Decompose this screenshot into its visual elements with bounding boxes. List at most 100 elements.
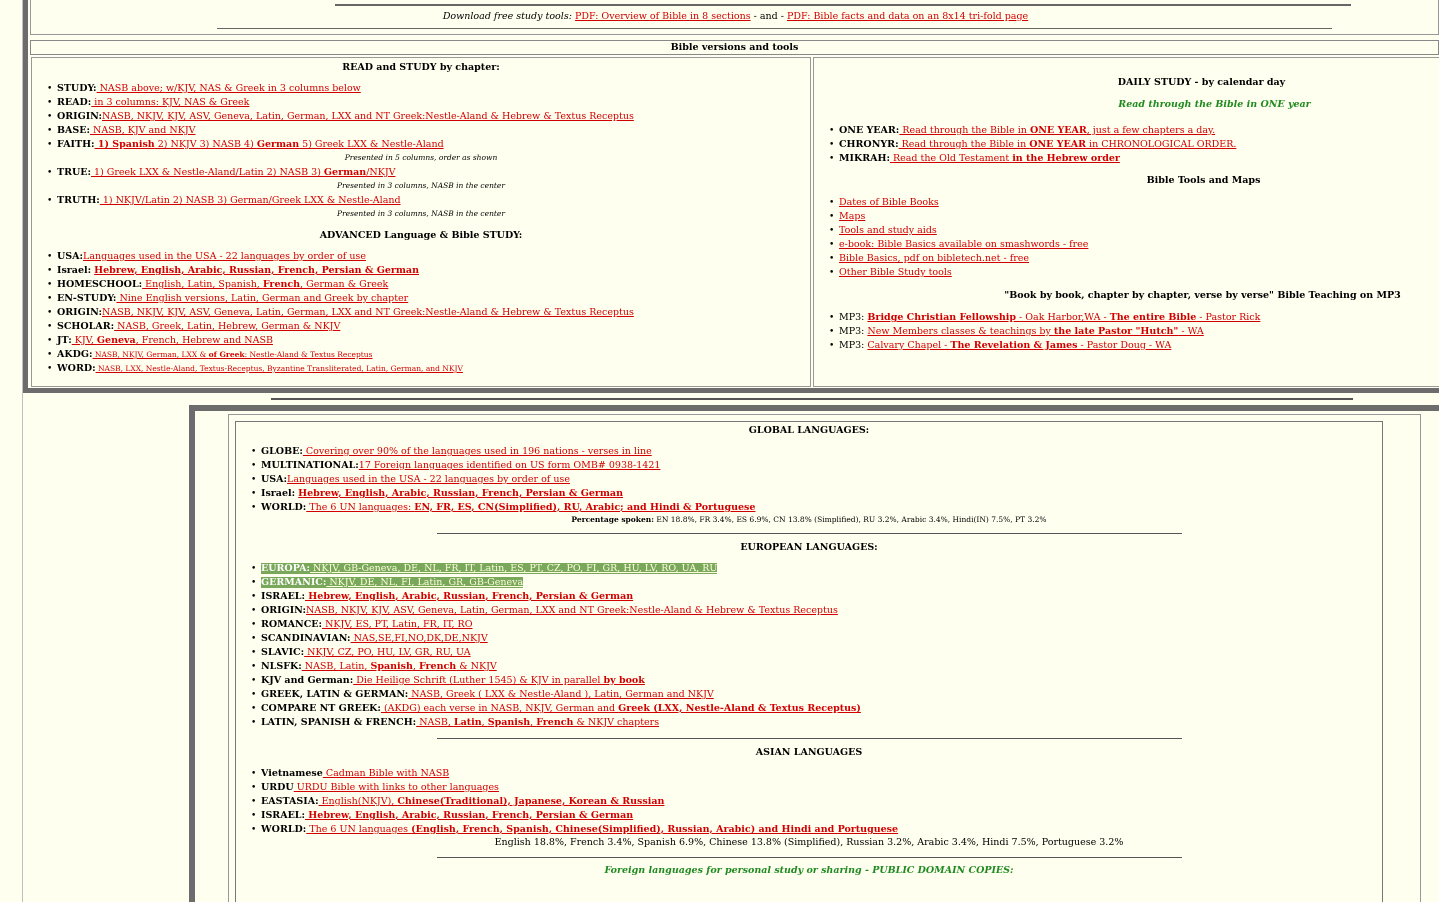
globe-link[interactable]: Covering over 90% of the languages used … bbox=[303, 446, 652, 457]
read-study-panel: READ and STUDY by chapter: STUDY: NASB a… bbox=[31, 57, 811, 387]
item-label: SCHOLAR: bbox=[57, 321, 115, 332]
link-part: , German & Greek bbox=[300, 279, 389, 290]
list-item: JT: KJV, Geneva, French, Hebrew and NASB bbox=[32, 334, 810, 348]
list-item: NLSFK: NASB, Latin, Spanish, French & NK… bbox=[236, 660, 1382, 674]
percentage-spoken: English 18.8%, French 3.4%, Spanish 6.9%… bbox=[494, 837, 1124, 848]
germanic-link[interactable]: NKJV, DE, NL, FI, Latin, GR, GB-Geneva bbox=[326, 577, 523, 588]
pdf-overview-link[interactable]: PDF: Overview of Bible in 8 sections bbox=[575, 11, 751, 22]
link-part: New Members classes & teachings by bbox=[867, 326, 1054, 337]
origin-link[interactable]: NASB, NKJV, KJV, ASV, Geneva, Latin, Ger… bbox=[102, 111, 634, 122]
link-part: the late Pastor "Hutch" bbox=[1053, 326, 1179, 337]
origin-link[interactable]: NASB, NKJV, KJV, ASV, Geneva, Latin, Ger… bbox=[306, 605, 838, 616]
romance-link[interactable]: NKJV, ES, PT, Latin, FR, IT, RO bbox=[322, 619, 472, 630]
item-label: JT: bbox=[57, 335, 72, 346]
read-study-heading: READ and STUDY by chapter: bbox=[342, 62, 500, 73]
list-item: Tools and study aids bbox=[814, 224, 1439, 238]
kjv-german-link[interactable]: Die Heilige Schrift (Luther 1545) & KJV … bbox=[353, 675, 645, 686]
item-label: AKDG: bbox=[57, 349, 93, 360]
compare-nt-greek-link[interactable]: (AKDG) each verse in NASB, NKJV, German … bbox=[381, 703, 861, 714]
item-label: NLSFK: bbox=[261, 661, 302, 672]
slavic-link[interactable]: NKJV, CZ, PO, HU, LV, GR, RU, UA bbox=[304, 647, 470, 658]
latin-spanish-french-link[interactable]: NASB, Latin, Spanish, French & NKJV chap… bbox=[416, 717, 659, 728]
faith-link[interactable]: 1) Spanish 2) NKJV 3) NASB 4) German 5) … bbox=[95, 139, 444, 150]
base-link[interactable]: NASB, KJV and NKJV bbox=[90, 125, 195, 136]
true-link[interactable]: 1) Greek LXX & Nestle-Aland/Latin 2) NAS… bbox=[91, 167, 395, 178]
israel-link[interactable]: Hebrew, English, Arabic, Russian, French… bbox=[94, 265, 419, 276]
list-item: URDU URDU Bible with links to other lang… bbox=[236, 781, 1382, 795]
read-link[interactable]: in 3 columns: KJV, NAS & Greek bbox=[91, 97, 249, 108]
read-study-list-3: TRUTH: 1) NKJV/Latin 2) NASB 3) German/G… bbox=[32, 194, 810, 208]
link-part: English(NKJV), bbox=[318, 796, 398, 807]
link-part: - Pastor Doug - WA bbox=[1077, 340, 1172, 351]
list-item: FAITH: 1) Spanish 2) NKJV 3) NASB 4) Ger… bbox=[32, 138, 810, 152]
list-item: MP3: New Members classes & teachings by … bbox=[814, 325, 1439, 339]
jt-link[interactable]: KJV, Geneva, French, Hebrew and NASB bbox=[72, 335, 273, 346]
origin-link[interactable]: NASB, NKJV, KJV, ASV, Geneva, Latin, Ger… bbox=[102, 307, 634, 318]
pdf-facts-link[interactable]: PDF: Bible facts and data on an 8x14 tri… bbox=[787, 11, 1028, 22]
list-item: SCANDINAVIAN: NAS,SE,FI,NO,DK,DE,NKJV bbox=[236, 632, 1382, 646]
true-note: Presented in 3 columns, NASB in the cent… bbox=[337, 181, 505, 190]
link-part: 1) Greek LXX & Nestle-Aland/Latin 2) NAS… bbox=[91, 167, 324, 178]
tool-link[interactable]: Maps bbox=[839, 211, 865, 222]
item-label: USA: bbox=[261, 474, 288, 485]
download-row: Download free study tools: PDF: Overview… bbox=[30, 0, 1439, 35]
divider bbox=[436, 533, 1182, 534]
akdg-link[interactable]: NASB, NKJV, German, LXX & of Greek: Nest… bbox=[93, 350, 373, 359]
world-link[interactable]: The 6 UN languages (English, French, Spa… bbox=[306, 824, 898, 835]
list-item: EUROPA: NKJV, GB-Geneva, DE, NL, FR, IT,… bbox=[236, 562, 1382, 576]
multinational-link[interactable]: 17 Foreign languages identified on US fo… bbox=[359, 460, 661, 471]
read-study-list-2: TRUE: 1) Greek LXX & Nestle-Aland/Latin … bbox=[32, 166, 810, 180]
asian-list: Vietnamese Cadman Bible with NASB URDU U… bbox=[236, 767, 1382, 837]
israel-link[interactable]: Hebrew, English, Arabic, Russian, French… bbox=[298, 488, 623, 499]
advanced-heading: ADVANCED Language & Bible STUDY: bbox=[319, 230, 523, 241]
oneyear-link[interactable]: Read through the Bible in ONE YEAR, just… bbox=[899, 125, 1215, 136]
mp3-bridge-link[interactable]: Bridge Christian Fellowship - Oak Harbor… bbox=[867, 312, 1260, 323]
scandinavian-link[interactable]: NAS,SE,FI,NO,DK,DE,NKJV bbox=[351, 633, 488, 644]
tool-link[interactable]: Other Bible Study tools bbox=[839, 267, 952, 278]
scholar-link[interactable]: NASB, Greek, Latin, Hebrew, German & NKJ… bbox=[114, 321, 340, 332]
vietnamese-link[interactable]: Cadman Bible with NASB bbox=[323, 768, 449, 779]
item-label: LATIN, SPANISH & FRENCH: bbox=[261, 717, 417, 728]
list-item: GREEK, LATIN & GERMAN: NASB, Greek ( LXX… bbox=[236, 688, 1382, 702]
mikrah-link[interactable]: Read the Old Testament in the Hebrew ord… bbox=[890, 153, 1120, 164]
greek-latin-german-link[interactable]: NASB, Greek ( LXX & Nestle-Aland ), Lati… bbox=[408, 689, 713, 700]
mp3-members-link[interactable]: New Members classes & teachings by the l… bbox=[867, 326, 1203, 337]
faith-note: Presented in 5 columns, order as shown bbox=[344, 153, 498, 162]
item-label: Vietnamese bbox=[261, 768, 323, 779]
usa-link[interactable]: Languages used in the USA - 22 languages… bbox=[287, 474, 570, 485]
link-part: Calvary Chapel - bbox=[867, 340, 951, 351]
usa-link[interactable]: Languages used in the USA - 22 languages… bbox=[83, 251, 366, 262]
europa-link[interactable]: NKJV, GB-Geneva, DE, NL, FR, IT, Latin, … bbox=[310, 563, 717, 574]
truth-link[interactable]: 1) NKJV/Latin 2) NASB 3) German/Greek LX… bbox=[100, 195, 401, 206]
chronyr-link[interactable]: Read through the Bible in ONE YEAR in CH… bbox=[899, 139, 1237, 150]
world-link[interactable]: The 6 UN languages: EN, FR, ES, CN(Simpl… bbox=[306, 502, 755, 513]
link-part: - Pastor Rick bbox=[1196, 312, 1261, 323]
list-item: Maps bbox=[814, 210, 1439, 224]
enstudy-link[interactable]: Nine English versions, Latin, German and… bbox=[116, 293, 408, 304]
study-link[interactable]: NASB above; w/KJV, NAS & Greek in 3 colu… bbox=[97, 83, 361, 94]
israel-link[interactable]: Hebrew, English, Arabic, Russian, French… bbox=[305, 591, 633, 602]
mp3-calvary-link[interactable]: Calvary Chapel - The Revelation & James … bbox=[867, 340, 1171, 351]
divider bbox=[436, 857, 1182, 858]
homeschool-link[interactable]: English, Latin, Spanish, French, German … bbox=[142, 279, 388, 290]
item-label: TRUE: bbox=[57, 167, 91, 178]
download-line: Download free study tools: PDF: Overview… bbox=[31, 11, 1439, 22]
tool-link[interactable]: Tools and study aids bbox=[839, 225, 937, 236]
urdu-link[interactable]: URDU Bible with links to other languages bbox=[294, 782, 499, 793]
daily-list: ONE YEAR: Read through the Bible in ONE … bbox=[814, 124, 1439, 166]
tool-link[interactable]: Bible Basics, pdf on bibletech.net - fre… bbox=[839, 253, 1029, 264]
word-link[interactable]: NASB, LXX, Nestle-Aland, Textus-Receptus… bbox=[96, 364, 463, 373]
link-part: Latin bbox=[453, 717, 482, 728]
israel-link[interactable]: Hebrew, English, Arabic, Russian, French… bbox=[305, 810, 633, 821]
item-label: FAITH: bbox=[57, 139, 95, 150]
tool-link[interactable]: Dates of Bible Books bbox=[839, 197, 939, 208]
eastasia-link[interactable]: English(NKJV), Chinese(Traditional), Jap… bbox=[319, 796, 665, 807]
link-part: 2) NKJV 3) NASB 4) bbox=[154, 139, 257, 150]
item-label: ORIGIN: bbox=[261, 605, 307, 616]
tool-link[interactable]: e-book: Bible Basics available on smashw… bbox=[839, 239, 1088, 250]
item-label: WORLD: bbox=[261, 502, 307, 513]
list-item: Israel: Hebrew, English, Arabic, Russian… bbox=[236, 487, 1382, 501]
list-item: Israel: Hebrew, English, Arabic, Russian… bbox=[32, 264, 810, 278]
nlsfk-link[interactable]: NASB, Latin, Spanish, French & NKJV bbox=[302, 661, 497, 672]
item-label: TRUTH: bbox=[57, 195, 100, 206]
